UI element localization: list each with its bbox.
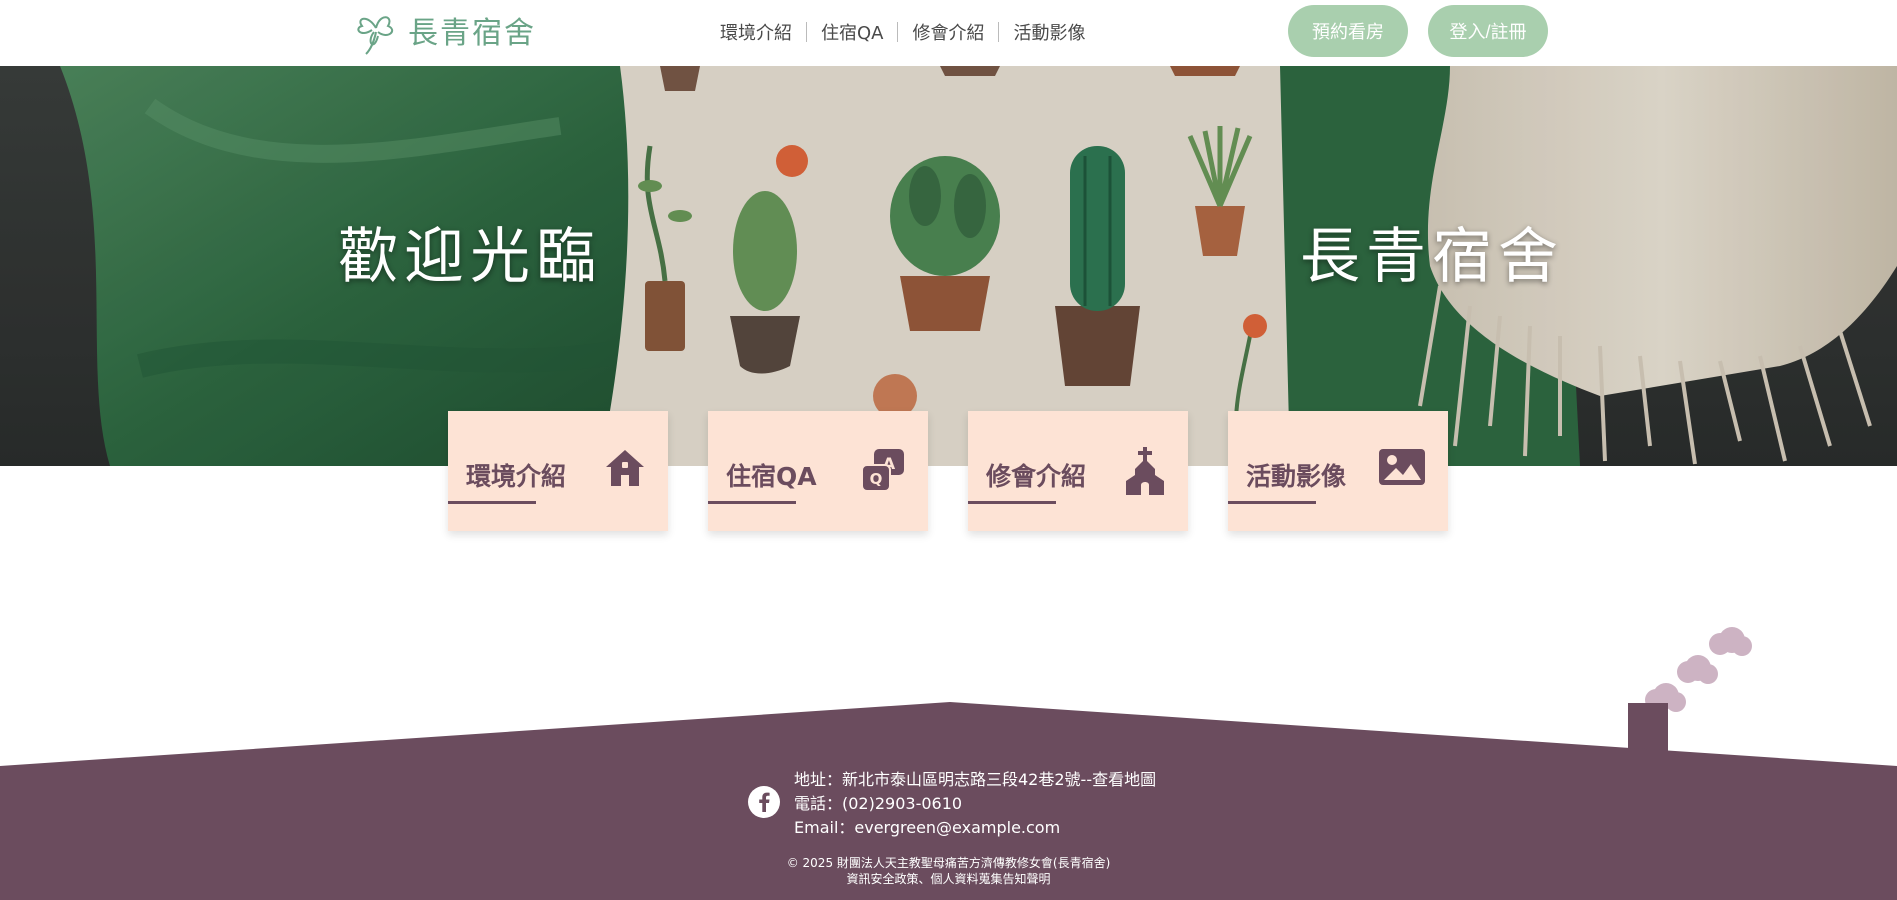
footer-address[interactable]: 地址：新北市泰山區明志路三段42巷2號--查看地圖: [794, 768, 1156, 792]
login-register-button[interactable]: 登入/註冊: [1428, 5, 1548, 57]
card-label: 環境介紹: [466, 462, 567, 491]
logo-text: 長青宿舍: [408, 16, 536, 51]
card-underline: [448, 501, 536, 504]
logo-link[interactable]: 長青宿舍: [350, 4, 536, 56]
feature-cards: 環境介紹 住宿QA A Q 修會介紹 活動影像: [448, 411, 1448, 531]
nav-divider: [806, 22, 807, 42]
nav-item-congregation[interactable]: 修會介紹: [912, 19, 984, 45]
card-underline: [708, 501, 796, 504]
nav-item-qa[interactable]: 住宿QA: [821, 19, 883, 45]
church-icon: [1126, 447, 1164, 495]
image-icon: [1379, 449, 1425, 485]
facebook-icon[interactable]: [748, 786, 780, 818]
hero-welcome-title: 歡迎光臨: [338, 222, 602, 292]
footer-copyright: © 2025 財團法人天主教聖母痛苦方濟傳教修女會(長青宿舍): [786, 856, 1111, 870]
hero-background-image: [0, 66, 1897, 466]
footer-policy-links[interactable]: 資訊安全政策、個人資料蒐集告知聲明: [0, 871, 1897, 887]
nav-item-gallery[interactable]: 活動影像: [1013, 19, 1085, 45]
hero-banner: 歡迎光臨 長青宿舍: [0, 66, 1897, 466]
nav-divider: [998, 22, 1000, 42]
footer-phone: 電話：(02)2903-0610: [794, 794, 963, 813]
card-underline: [968, 501, 1056, 504]
site-header: 長青宿舍 環境介紹 住宿QA 修會介紹 活動影像 預約看房 登入/註冊: [0, 0, 1897, 66]
card-qa[interactable]: 住宿QA A Q: [708, 411, 928, 531]
card-label: 活動影像: [1246, 462, 1347, 491]
footer-contact: 地址：新北市泰山區明志路三段42巷2號--查看地圖 電話：(02)2903-06…: [794, 768, 1156, 840]
clover-logo-icon: [357, 16, 394, 55]
card-gallery[interactable]: 活動影像: [1228, 411, 1448, 531]
card-congregation[interactable]: 修會介紹: [968, 411, 1188, 531]
nav-item-environment[interactable]: 環境介紹: [720, 19, 792, 45]
book-viewing-button[interactable]: 預約看房: [1288, 5, 1408, 57]
card-underline: [1228, 501, 1316, 504]
svg-text:Q: Q: [870, 470, 883, 488]
main-nav: 環境介紹 住宿QA 修會介紹 活動影像: [720, 19, 1085, 45]
card-label: 修會介紹: [986, 462, 1087, 491]
house-icon: [606, 450, 644, 486]
nav-divider: [897, 22, 899, 42]
card-label: 住宿QA: [726, 462, 817, 491]
footer-email: Email：evergreen@example.com: [794, 818, 1061, 837]
card-environment[interactable]: 環境介紹: [448, 411, 668, 531]
hero-brand-title: 長青宿舍: [1300, 222, 1564, 292]
qa-icon: A Q: [861, 449, 904, 492]
